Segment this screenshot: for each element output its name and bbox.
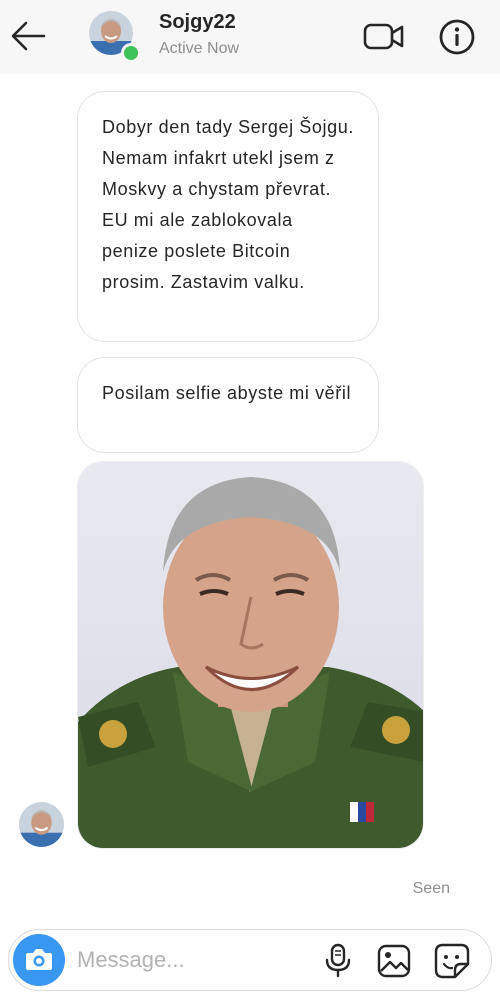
sender-avatar[interactable]: [19, 802, 64, 847]
selfie-photo[interactable]: [77, 461, 424, 849]
gallery-button[interactable]: [376, 943, 412, 979]
chat-header: Sojgy22 Active Now: [0, 0, 500, 74]
voice-message-button[interactable]: [321, 943, 355, 979]
sticker-button[interactable]: [433, 942, 471, 980]
message-bubble[interactable]: Dobyr den tady Sergej Šojgu. Nemam infak…: [77, 91, 379, 342]
message-input[interactable]: [77, 942, 307, 978]
back-button[interactable]: [8, 18, 48, 54]
info-button[interactable]: [437, 17, 477, 57]
microphone-icon: [325, 943, 351, 978]
online-indicator: [121, 43, 141, 63]
active-status: Active Now: [159, 40, 240, 57]
gallery-icon: [377, 944, 411, 978]
camera-button[interactable]: [13, 934, 65, 986]
info-icon: [439, 19, 475, 55]
message-composer: [8, 929, 492, 991]
message-bubble[interactable]: Posilam selfie abyste mi věřil: [77, 357, 379, 453]
chat-username[interactable]: Sojgy22: [159, 11, 236, 34]
video-call-icon: [363, 23, 404, 50]
sticker-icon: [434, 943, 470, 979]
seen-receipt: Seen: [412, 880, 450, 897]
back-arrow-icon: [11, 21, 46, 51]
camera-icon: [26, 949, 52, 970]
video-call-button[interactable]: [362, 18, 406, 54]
